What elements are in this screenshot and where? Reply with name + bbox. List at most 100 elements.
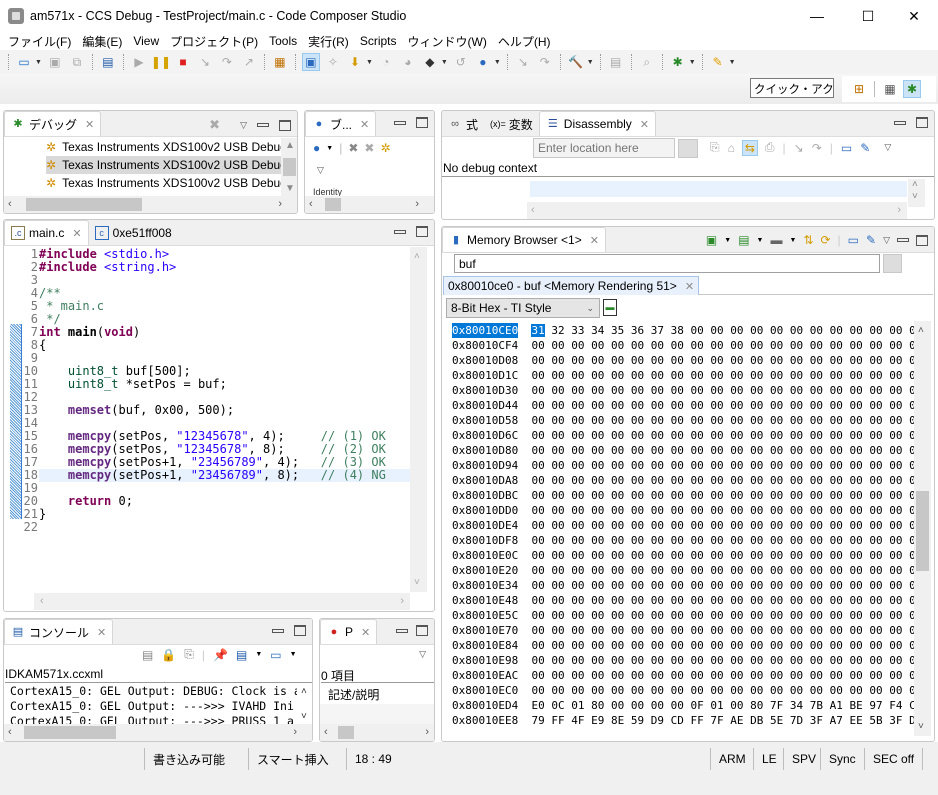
memory-byte[interactable]: 00 (849, 339, 862, 352)
memory-byte[interactable]: 00 (631, 399, 644, 412)
memory-byte[interactable]: 00 (869, 444, 882, 457)
memory-byte[interactable]: 00 (671, 594, 684, 607)
memory-byte[interactable]: 00 (790, 429, 803, 442)
memory-byte[interactable]: 00 (651, 429, 664, 442)
memory-byte[interactable]: 00 (889, 609, 902, 622)
memory-byte[interactable]: 00 (730, 699, 743, 712)
memory-byte[interactable]: 00 (869, 564, 882, 577)
code-line[interactable]: return 0; (39, 495, 133, 508)
memory-byte[interactable]: 00 (690, 654, 703, 667)
scroll-right-icon[interactable]: › (897, 202, 901, 219)
memory-byte[interactable]: 00 (591, 654, 604, 667)
scrollbar-thumb[interactable] (338, 726, 354, 739)
show-source-icon[interactable]: ⎙ (765, 140, 775, 155)
memory-byte[interactable]: 00 (591, 594, 604, 607)
memory-byte[interactable]: 00 (750, 399, 763, 412)
memory-byte[interactable]: 00 (611, 564, 624, 577)
memory-byte[interactable]: 00 (810, 444, 823, 457)
memory-byte[interactable]: 00 (531, 414, 544, 427)
step-over-icon[interactable]: ↷ (812, 141, 822, 155)
memory-byte[interactable]: 00 (671, 444, 684, 457)
format-select[interactable]: 8-Bit Hex - TI Style ⌄ (446, 298, 600, 318)
memory-byte[interactable]: 00 (849, 444, 862, 457)
minimize-icon[interactable] (272, 628, 284, 633)
memory-byte[interactable]: 00 (571, 474, 584, 487)
memory-byte[interactable]: 00 (671, 369, 684, 382)
memory-byte[interactable]: 00 (631, 384, 644, 397)
memory-byte[interactable]: 00 (849, 429, 862, 442)
memory-byte[interactable]: 00 (611, 339, 624, 352)
memory-byte[interactable]: 97 (869, 699, 882, 712)
remove-breakpoint-icon[interactable]: ✖ (348, 141, 358, 155)
memory-byte[interactable]: 00 (591, 444, 604, 457)
menu-tools[interactable]: Tools (265, 34, 304, 48)
close-icon[interactable]: ✕ (640, 118, 649, 131)
memory-byte[interactable]: 00 (690, 414, 703, 427)
editor-vertical-scrollbar[interactable]: ˄ ˅ (410, 247, 427, 592)
memory-byte[interactable]: 00 (651, 699, 664, 712)
memory-row[interactable]: 0x80010E84 00 00 00 00 00 00 00 00 00 00… (452, 638, 922, 653)
memory-byte[interactable]: 00 (849, 594, 862, 607)
scroll-left-icon[interactable]: ‹ (8, 196, 12, 213)
go-button[interactable] (883, 254, 902, 273)
save-icon[interactable]: ▣ (47, 54, 63, 70)
step-into-icon[interactable]: ↘ (197, 54, 213, 70)
memory-byte[interactable]: 00 (690, 429, 703, 442)
chip-icon[interactable]: ◆ (422, 54, 438, 70)
memory-byte[interactable]: 00 (770, 504, 783, 517)
load-dropdown-icon[interactable]: ▼ (366, 59, 373, 66)
memory-byte[interactable]: 00 (790, 579, 803, 592)
memory-byte[interactable]: 00 (531, 579, 544, 592)
memory-byte[interactable]: 00 (869, 474, 882, 487)
memory-byte[interactable]: 00 (869, 414, 882, 427)
memory-byte[interactable]: 00 (631, 579, 644, 592)
memory-byte[interactable]: 00 (790, 594, 803, 607)
memory-byte[interactable]: 00 (810, 654, 823, 667)
code-line[interactable]: memcpy(setPos+1, "23456789", 8); // (4) … (39, 469, 386, 482)
scroll-left-icon[interactable]: ‹ (8, 724, 12, 741)
memory-byte[interactable]: 00 (770, 624, 783, 637)
memory-byte[interactable]: 00 (690, 549, 703, 562)
memory-byte[interactable]: 00 (770, 564, 783, 577)
memory-byte[interactable]: 00 (830, 564, 843, 577)
memory-row[interactable]: 0x80010EC0 00 00 00 00 00 00 00 00 00 00… (452, 683, 922, 698)
pin-console-icon[interactable]: 📌 (213, 648, 228, 662)
memory-byte[interactable]: 00 (810, 354, 823, 367)
memory-byte[interactable]: 00 (591, 354, 604, 367)
memory-byte[interactable]: 00 (869, 579, 882, 592)
memory-expression-input[interactable] (454, 254, 880, 273)
memory-byte[interactable]: 00 (869, 654, 882, 667)
memory-byte[interactable]: 00 (830, 354, 843, 367)
memory-byte[interactable]: 00 (790, 399, 803, 412)
memory-byte[interactable]: 00 (591, 684, 604, 697)
memory-byte[interactable]: AE (730, 714, 743, 727)
debug-bug-icon[interactable]: ✱ (670, 54, 686, 70)
memory-byte[interactable]: 00 (631, 339, 644, 352)
new-view-icon[interactable]: ▭ (841, 141, 852, 155)
memory-byte[interactable]: 00 (690, 519, 703, 532)
memory-byte[interactable]: 00 (869, 504, 882, 517)
scroll-down-icon[interactable]: ˅ (912, 191, 918, 202)
memory-byte[interactable]: 00 (810, 684, 823, 697)
memory-byte[interactable]: 00 (611, 369, 624, 382)
memory-byte[interactable]: 00 (730, 549, 743, 562)
memory-byte[interactable]: 00 (690, 579, 703, 592)
memory-byte[interactable]: 00 (671, 564, 684, 577)
memory-byte[interactable]: 00 (551, 519, 564, 532)
memory-byte[interactable]: 00 (710, 534, 723, 547)
memory-byte[interactable]: 00 (571, 654, 584, 667)
memory-byte[interactable]: 00 (631, 594, 644, 607)
memory-byte[interactable]: 80 (750, 699, 763, 712)
memory-byte[interactable]: 00 (690, 609, 703, 622)
memory-byte[interactable]: 00 (551, 414, 564, 427)
display-console-dropdown-icon[interactable]: ▼ (255, 651, 262, 658)
memory-byte[interactable]: 00 (810, 324, 823, 337)
memory-row[interactable]: 0x80010D58 00 00 00 00 00 00 00 00 00 00… (452, 413, 922, 428)
memory-byte[interactable]: 38 (671, 324, 684, 337)
memory-byte[interactable]: 00 (750, 519, 763, 532)
memory-byte[interactable]: 00 (869, 399, 882, 412)
memory-byte[interactable]: 00 (531, 594, 544, 607)
memory-byte[interactable]: 00 (671, 639, 684, 652)
status-spv[interactable]: SPV (783, 748, 824, 770)
memory-byte[interactable]: 00 (671, 384, 684, 397)
